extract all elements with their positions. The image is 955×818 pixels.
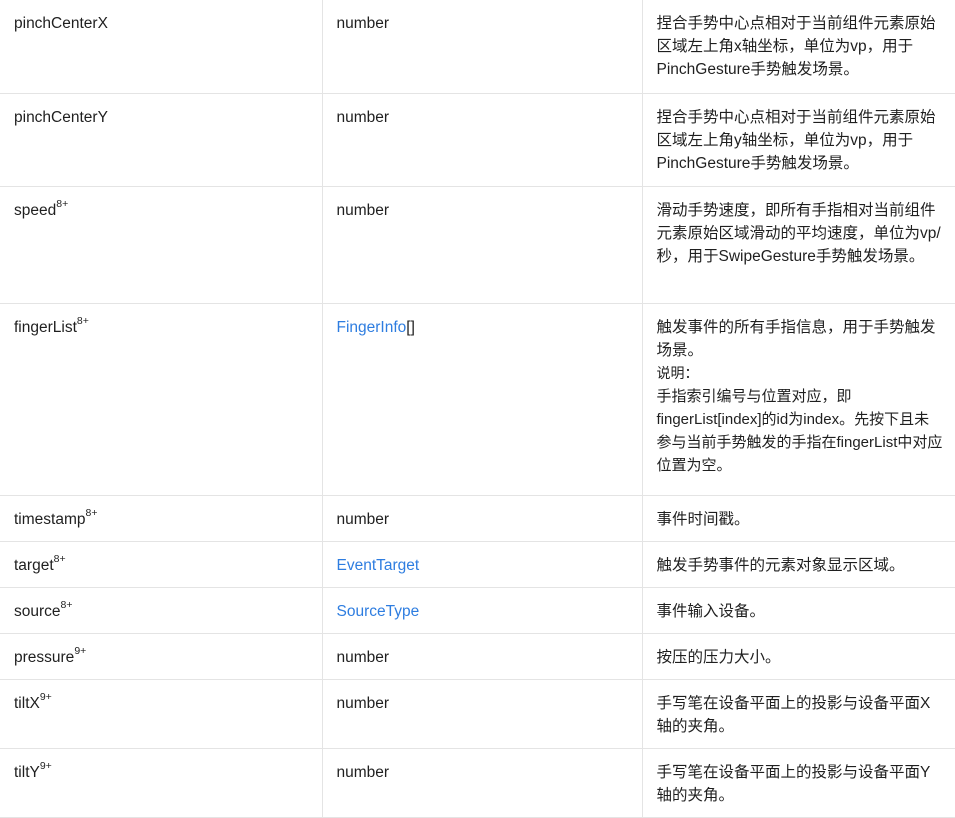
- param-desc: 滑动手势速度，即所有手指相对当前组件元素原始区域滑动的平均速度，单位为vp/秒，…: [656, 201, 941, 265]
- table-row: fingerList8+ FingerInfo[] 触发事件的所有手指信息，用于…: [0, 302, 955, 496]
- param-name: timestamp: [14, 510, 86, 528]
- param-desc-cell: 触发手势事件的元素对象显示区域。: [641, 540, 955, 588]
- param-type: number: [336, 201, 390, 219]
- param-name-cell: timestamp8+: [0, 494, 323, 542]
- param-desc: 事件输入设备。: [656, 602, 766, 620]
- param-type-cell: FingerInfo[]: [321, 302, 643, 496]
- table-row: pinchCenterY number 捏合手势中心点相对于当前组件元素原始区域…: [0, 92, 955, 187]
- param-type: number: [336, 648, 390, 666]
- param-type-cell: number: [321, 92, 643, 187]
- param-name-cell: speed8+: [0, 185, 323, 304]
- param-type: number: [336, 510, 390, 528]
- param-desc: 手写笔在设备平面上的投影与设备平面Y轴的夹角。: [656, 763, 931, 804]
- note-body: 手指索引编号与位置对应，即fingerList[index]的id为index。…: [656, 387, 943, 474]
- table-row: speed8+ number 滑动手势速度，即所有手指相对当前组件元素原始区域滑…: [0, 185, 955, 304]
- param-name-cell: pressure9+: [0, 632, 323, 680]
- since-version: 8+: [53, 553, 66, 566]
- param-desc-cell: 捏合手势中心点相对于当前组件元素原始区域左上角x轴坐标，单位为vp，用于Pinc…: [641, 0, 955, 94]
- param-desc: 手写笔在设备平面上的投影与设备平面X轴的夹角。: [656, 694, 931, 735]
- param-name: tiltX: [14, 694, 40, 712]
- type-array-suffix: []: [406, 318, 415, 336]
- param-desc-cell: 事件时间戳。: [641, 494, 955, 542]
- params-table: pinchCenterX number 捏合手势中心点相对于当前组件元素原始区域…: [0, 0, 955, 818]
- param-type: number: [336, 763, 390, 781]
- param-type: number: [336, 15, 390, 32]
- param-name: source: [14, 602, 61, 620]
- param-name-cell: source8+: [0, 586, 323, 634]
- param-type-cell: number: [321, 678, 643, 749]
- param-name: speed: [14, 201, 57, 219]
- since-version: 8+: [85, 507, 98, 520]
- param-name: target: [14, 556, 54, 574]
- param-name-cell: fingerList8+: [0, 302, 323, 496]
- table-row: pinchCenterX number 捏合手势中心点相对于当前组件元素原始区域…: [0, 0, 955, 94]
- param-type: number: [336, 694, 390, 712]
- sourcetype-link[interactable]: SourceType: [337, 603, 420, 620]
- param-name: fingerList: [14, 318, 77, 336]
- param-type-cell: EventTarget: [321, 540, 643, 588]
- param-desc: 触发事件的所有手指信息，用于手势触发场景。: [656, 318, 936, 359]
- param-desc: 捏合手势中心点相对于当前组件元素原始区域左上角y轴坐标，单位为vp，用于Pinc…: [656, 108, 936, 172]
- param-type-cell: number: [321, 632, 643, 680]
- since-version: 9+: [74, 645, 87, 658]
- param-name-cell: tiltY9+: [0, 747, 323, 818]
- param-type: number: [336, 108, 390, 126]
- param-name-cell: pinchCenterY: [0, 92, 323, 187]
- param-desc-cell: 按压的压力大小。: [641, 632, 955, 680]
- table-row: tiltX9+ number 手写笔在设备平面上的投影与设备平面X轴的夹角。: [0, 678, 955, 749]
- table-row: timestamp8+ number 事件时间戳。: [0, 494, 955, 542]
- param-desc-cell: 滑动手势速度，即所有手指相对当前组件元素原始区域滑动的平均速度，单位为vp/秒，…: [641, 185, 955, 304]
- since-version: 8+: [60, 599, 73, 612]
- param-desc: 触发手势事件的元素对象显示区域。: [656, 556, 905, 574]
- since-version: 8+: [76, 315, 89, 328]
- param-name-cell: pinchCenterX: [0, 0, 323, 94]
- param-name-cell: tiltX9+: [0, 678, 323, 749]
- param-desc: 事件时间戳。: [656, 510, 750, 528]
- table-row: source8+ SourceType 事件输入设备。: [0, 586, 955, 634]
- param-desc-cell: 手写笔在设备平面上的投影与设备平面Y轴的夹角。: [641, 747, 955, 818]
- param-type-cell: number: [321, 0, 643, 94]
- since-version: 9+: [39, 760, 52, 773]
- param-desc-cell: 手写笔在设备平面上的投影与设备平面X轴的夹角。: [641, 678, 955, 749]
- table-row: tiltY9+ number 手写笔在设备平面上的投影与设备平面Y轴的夹角。: [0, 747, 955, 818]
- param-type-cell: number: [321, 185, 643, 304]
- since-version: 8+: [56, 198, 69, 211]
- fingerinfo-link[interactable]: FingerInfo: [337, 319, 407, 336]
- param-desc-cell: 事件输入设备。: [641, 586, 955, 634]
- param-name: tiltY: [14, 763, 40, 781]
- param-name: pinchCenterY: [14, 108, 108, 126]
- param-name: pressure: [14, 648, 75, 666]
- table-row: target8+ EventTarget 触发手势事件的元素对象显示区域。: [0, 540, 955, 588]
- eventtarget-link[interactable]: EventTarget: [337, 557, 420, 574]
- param-desc-cell: 触发事件的所有手指信息，用于手势触发场景。 说明： 手指索引编号与位置对应，即f…: [641, 302, 955, 496]
- param-type-cell: SourceType: [321, 586, 643, 634]
- param-name-cell: target8+: [0, 540, 323, 588]
- since-version: 9+: [39, 691, 52, 704]
- param-name: pinchCenterX: [14, 15, 108, 32]
- param-desc-cell: 捏合手势中心点相对于当前组件元素原始区域左上角y轴坐标，单位为vp，用于Pinc…: [641, 92, 955, 187]
- param-desc: 捏合手势中心点相对于当前组件元素原始区域左上角x轴坐标，单位为vp，用于Pinc…: [656, 15, 936, 78]
- note-label: 说明：: [656, 364, 699, 381]
- param-type-cell: number: [321, 747, 643, 818]
- param-type-cell: number: [321, 494, 643, 542]
- table-row: pressure9+ number 按压的压力大小。: [0, 632, 955, 680]
- param-desc: 按压的压力大小。: [656, 648, 781, 666]
